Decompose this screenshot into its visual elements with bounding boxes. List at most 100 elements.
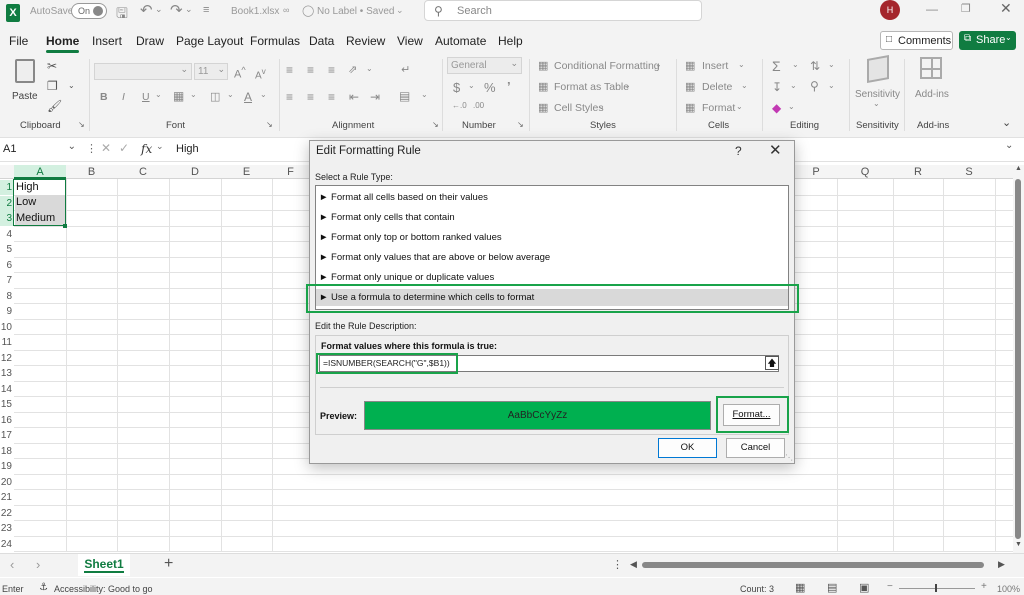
row-header-23[interactable]: 23 [0,521,14,536]
row-header-20[interactable]: 20 [0,475,14,490]
row-header-8[interactable]: 8 [0,289,14,304]
clear-dropdown-icon[interactable]: ⌄ [788,102,795,111]
align-center-icon[interactable]: ≡ [307,90,314,104]
collapse-ribbon-icon[interactable]: ⌄ [1002,116,1011,129]
orientation-dropdown-icon[interactable]: ⌄ [366,64,373,73]
tab-home[interactable]: Home [46,34,80,53]
scroll-up-icon[interactable]: ▲ [1015,165,1022,172]
rule-type-unique-duplicate[interactable]: ► Format only unique or duplicate values [319,271,494,285]
row-header-10[interactable]: 10 [0,320,14,335]
scroll-left-icon[interactable]: ◀ [630,559,637,570]
dialog-launcher-icon[interactable]: ↘ [432,120,439,129]
orientation-icon[interactable]: ⇗ [348,63,357,76]
row-header-1[interactable]: 1 [0,180,14,195]
autosum-icon[interactable]: Σ [772,58,781,74]
row-header-7[interactable]: 7 [0,273,14,288]
currency-icon[interactable]: $ [453,80,460,95]
redo-icon[interactable]: ↷ [170,1,183,19]
format-as-table-button[interactable]: Format as Table [554,81,629,93]
search-box[interactable]: ⚲ Search [424,0,702,21]
format-dropdown-icon[interactable]: ⌄ [736,102,743,111]
sort-filter-icon[interactable]: ⇅ [810,59,820,73]
autosave-toggle[interactable]: On [71,3,107,19]
more-options-icon[interactable]: ⋮ [86,142,97,155]
tab-review[interactable]: Review [346,34,385,48]
row-header-4[interactable]: 4 [0,227,14,242]
cell-styles-icon[interactable]: ▦ [538,101,548,114]
zoom-slider-thumb[interactable] [935,584,937,592]
close-icon[interactable]: ✕ [1000,0,1012,17]
dialog-launcher-icon[interactable]: ↘ [266,120,273,129]
dialog-close-icon[interactable]: ✕ [769,141,782,159]
fx-dropdown-icon[interactable]: ⌄ [156,141,164,152]
scroll-right-icon[interactable]: ▶ [998,559,1005,570]
help-button[interactable]: ? [735,144,742,158]
conditional-dropdown-icon[interactable]: ⌄ [655,60,662,69]
align-middle-icon[interactable]: ≡ [307,63,314,77]
copy-dropdown-icon[interactable]: ⌄ [68,81,75,90]
select-all-corner[interactable] [0,165,14,179]
undo-dropdown-icon[interactable]: ⌄ [155,4,163,15]
format-cells-icon[interactable]: ▦ [685,101,695,114]
fill-dropdown-icon[interactable]: ⌄ [790,81,797,90]
tab-automate[interactable]: Automate [435,34,486,48]
tab-draw[interactable]: Draw [136,34,164,48]
restore-icon[interactable]: ❐ [961,2,971,15]
wrap-text-icon[interactable]: ↵ [401,63,410,76]
column-header-b[interactable]: B [66,165,117,179]
column-header-c[interactable]: C [117,165,169,179]
row-header-14[interactable]: 14 [0,382,14,397]
row-header-15[interactable]: 15 [0,397,14,412]
italic-icon[interactable]: I [122,91,125,103]
borders-icon[interactable]: ▦ [173,89,184,103]
sheet-tab-sheet1[interactable]: Sheet1 [78,554,130,576]
autosum-dropdown-icon[interactable]: ⌄ [792,60,799,69]
cut-icon[interactable]: ✂ [47,59,57,73]
merge-center-icon[interactable]: ▤ [399,89,410,103]
add-sheet-icon[interactable]: + [164,555,173,573]
comments-button[interactable]: □ Comments [880,31,953,50]
format-cells-button[interactable]: Format [702,102,735,114]
increase-indent-icon[interactable]: ⇥ [370,90,380,104]
paste-button[interactable]: Paste [12,59,38,102]
row-header-5[interactable]: 5 [0,242,14,257]
ok-button[interactable]: OK [658,438,717,458]
fill-color-icon[interactable]: ◫ [210,90,220,103]
insert-cells-button[interactable]: Insert [702,60,728,72]
label-dropdown-icon[interactable]: ⌄ [396,5,404,16]
row-header-11[interactable]: 11 [0,335,14,350]
borders-dropdown-icon[interactable]: ⌄ [190,90,197,99]
cell-styles-dropdown-icon[interactable]: ⌄ [598,102,605,111]
conditional-formatting-icon[interactable]: ▦ [538,59,548,72]
customize-toolbar-icon[interactable]: ≡ [203,4,209,16]
find-dropdown-icon[interactable]: ⌄ [828,81,835,90]
redo-dropdown-icon[interactable]: ⌄ [185,4,193,15]
rule-type-cells-contain[interactable]: ► Format only cells that contain [319,211,455,225]
dialog-launcher-icon[interactable]: ↘ [517,120,524,129]
horizontal-scrollbar[interactable]: ◀ ▶ [630,559,1010,571]
rule-type-top-bottom[interactable]: ► Format only top or bottom ranked value… [319,231,502,245]
row-header-9[interactable]: 9 [0,304,14,319]
column-header-p[interactable]: P [795,165,837,179]
clear-icon[interactable]: ◆ [772,101,781,115]
sheet-options-icon[interactable]: ⋮ [612,558,623,571]
tab-page-layout[interactable]: Page Layout [176,34,243,48]
find-select-icon[interactable]: ⚲ [810,79,819,93]
label-status[interactable]: No Label • Saved [317,6,394,17]
underline-dropdown-icon[interactable]: ⌄ [155,90,162,99]
tab-help[interactable]: Help [498,34,523,48]
align-top-icon[interactable]: ≡ [286,63,293,77]
currency-dropdown-icon[interactable]: ⌄ [468,81,475,90]
decrease-indent-icon[interactable]: ⇤ [349,90,359,104]
minimize-icon[interactable]: — [926,2,938,16]
cell-a3[interactable]: Medium [14,211,55,226]
insert-function-icon[interactable]: fx [141,142,152,156]
format-painter-icon[interactable]: 🖌 [47,99,62,113]
sensitivity-button[interactable]: Sensitivity ⌄ [854,55,900,109]
row-header-19[interactable]: 19 [0,459,14,474]
cell-a1[interactable]: High [14,180,39,195]
zoom-in-icon[interactable]: + [981,581,987,592]
tab-formulas[interactable]: Formulas [250,34,300,48]
column-header-d[interactable]: D [169,165,221,179]
page-break-view-icon[interactable]: ▣ [859,581,869,594]
